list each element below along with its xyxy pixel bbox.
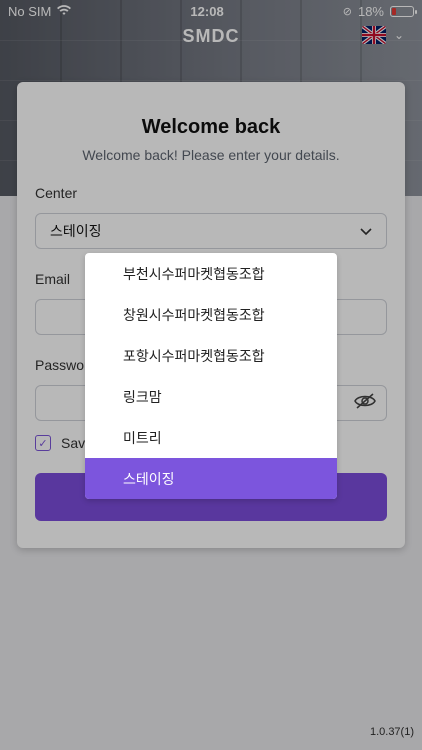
dropdown-option[interactable]: 링크맘 <box>85 376 337 417</box>
dropdown-option[interactable]: 부천시수퍼마켓협동조합 <box>85 253 337 294</box>
dropdown-option[interactable]: 미트리 <box>85 417 337 458</box>
center-dropdown: 부천시수퍼마켓협동조합 창원시수퍼마켓협동조합 포항시수퍼마켓협동조합 링크맘 … <box>85 253 337 499</box>
dropdown-option-selected[interactable]: 스테이징 <box>85 458 337 499</box>
dropdown-option[interactable]: 포항시수퍼마켓협동조합 <box>85 335 337 376</box>
version-text: 1.0.37(1) <box>369 726 414 738</box>
dropdown-option[interactable]: 창원시수퍼마켓협동조합 <box>85 294 337 335</box>
